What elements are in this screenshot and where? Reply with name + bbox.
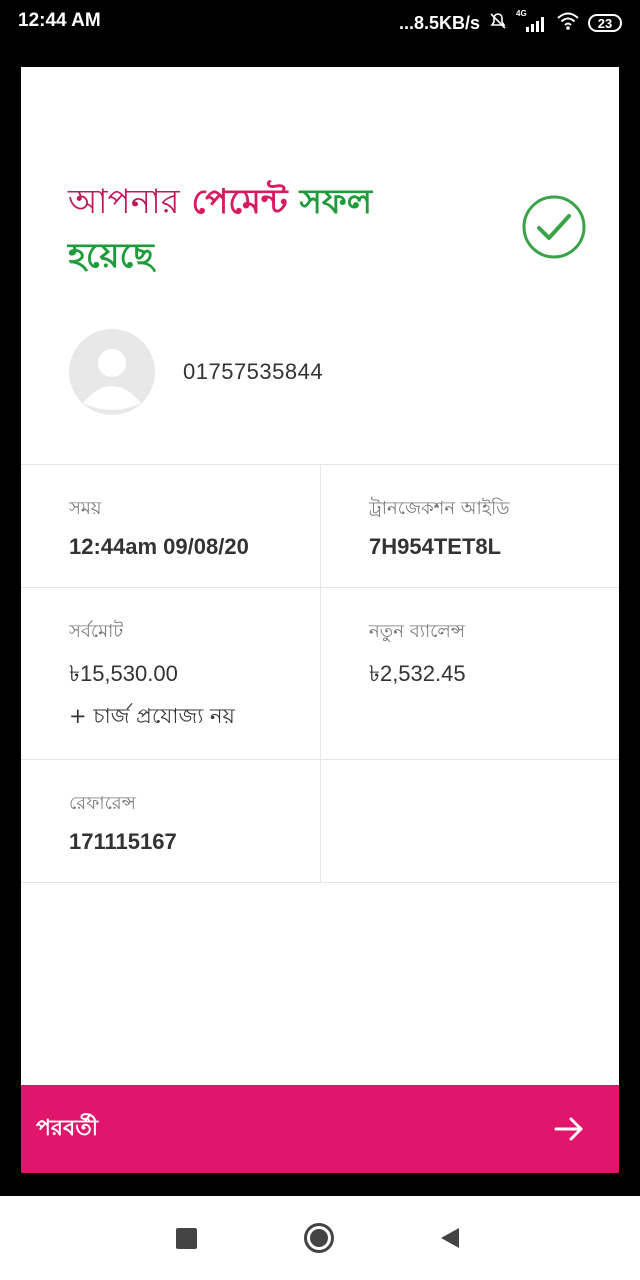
next-button[interactable]: পরবর্তী — [21, 1085, 619, 1173]
payment-card: আপনার পেমেন্ট সফল হয়েছে 01757535844 সময… — [21, 67, 619, 1173]
total-label: সর্বমোট — [69, 621, 124, 642]
transaction-id-value: 7H954TET8L — [369, 534, 502, 559]
details-row: সর্বমোট ৳15,530.00 + চার্জ প্রযোজ্য নয় … — [21, 588, 619, 760]
reference-value: 171115167 — [69, 829, 177, 854]
net-speed: ...8.5KB/s — [398, 12, 480, 33]
avatar-icon — [69, 329, 155, 415]
time-value: 12:44am 09/08/20 — [69, 534, 249, 559]
headline-word-1: আপনার — [68, 182, 180, 222]
reference-label: রেফারেন্স — [69, 793, 136, 814]
time-cell: সময় 12:44am 09/08/20 — [21, 465, 320, 587]
headline-word-4: হয়েছে — [68, 236, 154, 276]
next-button-label: পরবর্তী — [36, 1116, 99, 1141]
arrow-right-icon — [554, 1117, 583, 1141]
wifi-icon — [556, 11, 580, 36]
signal-icon: 4G — [516, 9, 548, 33]
headline-word-3: সফল — [299, 182, 373, 222]
mute-icon — [488, 11, 508, 36]
new-balance-value: ৳2,532.45 — [369, 661, 466, 686]
navigation-bar — [0, 1196, 640, 1280]
reference-cell: রেফারেন্স 171115167 — [21, 760, 320, 882]
headline-word-2: পেমেন্ট — [191, 182, 288, 222]
check-circle-icon — [522, 195, 586, 259]
charge-note: + চার্জ প্রযোজ্য নয় — [69, 704, 235, 728]
details-row: রেফারেন্স 171115167 — [21, 760, 619, 883]
nav-recents-icon[interactable] — [176, 1228, 197, 1249]
nav-back-icon[interactable] — [438, 1226, 462, 1250]
time-label: সময় — [69, 498, 102, 519]
transaction-id-label: ট্রানজেকশন আইডি — [369, 498, 510, 519]
status-icons: ...8.5KB/s 4G 23 — [399, 9, 622, 37]
total-cell: সর্বমোট ৳15,530.00 + চার্জ প্রযোজ্য নয় — [21, 588, 320, 759]
battery-icon: 23 — [588, 14, 622, 32]
status-bar: 12:44 AM ...8.5KB/s 4G 23 — [0, 0, 640, 46]
success-headline: আপনার পেমেন্ট সফল হয়েছে — [68, 175, 468, 283]
status-time: 12:44 AM — [18, 10, 101, 31]
new-balance-label: নতুন ব্যালেন্স — [369, 621, 465, 642]
total-value: ৳15,530.00 — [69, 661, 178, 686]
transaction-id-cell: ট্রানজেকশন আইডি 7H954TET8L — [320, 465, 619, 587]
empty-cell — [320, 760, 619, 882]
details-row: সময় 12:44am 09/08/20 ট্রানজেকশন আইডি 7H… — [21, 465, 619, 588]
details-grid: সময় 12:44am 09/08/20 ট্রানজেকশন আইডি 7H… — [21, 464, 619, 883]
new-balance-cell: নতুন ব্যালেন্স ৳2,532.45 — [320, 588, 619, 759]
nav-home-icon[interactable] — [303, 1222, 335, 1254]
recipient-phone: 01757535844 — [183, 359, 324, 384]
